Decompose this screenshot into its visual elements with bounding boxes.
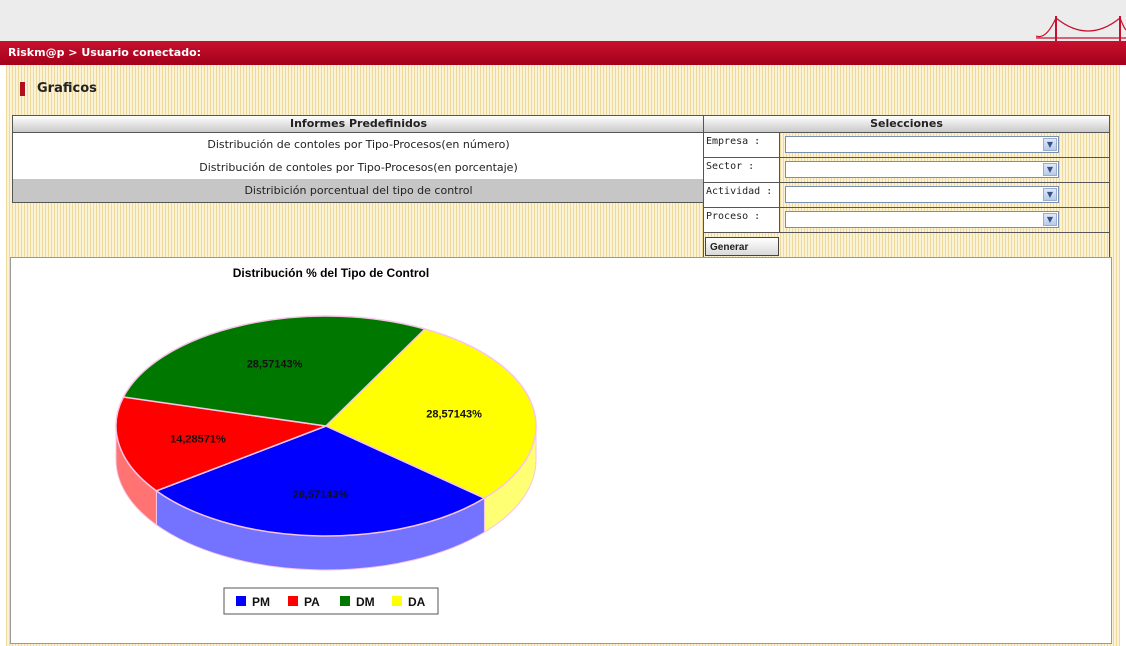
empresa-row: Empresa : ▼	[704, 133, 1109, 158]
page-title: Graficos	[37, 81, 97, 96]
pie-chart: 28,57143% 14,28571% 28,57143% 28,57143% PM PA…	[115, 315, 537, 615]
proceso-select[interactable]: ▼	[785, 211, 1059, 228]
pie-label-pa: 14,28571%	[170, 433, 226, 445]
predefined-reports-panel: Informes Predefinidos Distribución de co…	[12, 115, 705, 203]
legend-label-dm: DM	[356, 595, 375, 609]
legend-swatch-dm	[340, 596, 350, 606]
empresa-label: Empresa :	[704, 133, 780, 157]
pie-label-pm: 28,57143%	[293, 489, 349, 501]
selections-header: Selecciones	[704, 116, 1109, 133]
generate-button[interactable]: Generar	[705, 237, 779, 256]
legend-swatch-pa	[288, 596, 298, 606]
sector-label: Sector :	[704, 158, 780, 182]
legend-label-da: DA	[408, 595, 426, 609]
bridge-logo-icon	[1036, 16, 1126, 42]
header-bar: Riskm@p > Usuario conectado:	[0, 41, 1126, 65]
report-item-count[interactable]: Distribución de contoles por Tipo-Proces…	[13, 133, 704, 156]
legend-swatch-pm	[236, 596, 246, 606]
actividad-row: Actividad : ▼	[704, 183, 1109, 208]
top-banner	[0, 0, 1126, 42]
chart-container: Distribución % del Tipo de Control 28,57…	[10, 257, 1112, 644]
report-item-control-type[interactable]: Distribición porcentual del tipo de cont…	[13, 179, 704, 202]
reports-header: Informes Predefinidos	[13, 116, 704, 133]
proceso-label: Proceso :	[704, 208, 780, 232]
legend-label-pa: PA	[304, 595, 320, 609]
legend-label-pm: PM	[252, 595, 270, 609]
chevron-down-icon[interactable]: ▼	[1043, 188, 1057, 201]
report-item-percentage[interactable]: Distribución de contoles por Tipo-Proces…	[13, 156, 704, 179]
generate-row: Generar	[704, 233, 1109, 258]
selections-panel: Selecciones Empresa : ▼ Sector : ▼ Activ…	[703, 115, 1110, 259]
chevron-down-icon[interactable]: ▼	[1043, 163, 1057, 176]
sector-row: Sector : ▼	[704, 158, 1109, 183]
title-marker	[20, 82, 25, 96]
actividad-select[interactable]: ▼	[785, 186, 1059, 203]
sector-select[interactable]: ▼	[785, 161, 1059, 178]
pie-label-dm: 28,57143%	[247, 358, 303, 370]
actividad-label: Actividad :	[704, 183, 780, 207]
legend-swatch-da	[392, 596, 402, 606]
proceso-row: Proceso : ▼	[704, 208, 1109, 233]
breadcrumb: Riskm@p > Usuario conectado:	[8, 46, 202, 59]
empresa-select[interactable]: ▼	[785, 136, 1059, 153]
chevron-down-icon[interactable]: ▼	[1043, 213, 1057, 226]
pie-label-da: 28,57143%	[426, 409, 482, 421]
chevron-down-icon[interactable]: ▼	[1043, 138, 1057, 151]
